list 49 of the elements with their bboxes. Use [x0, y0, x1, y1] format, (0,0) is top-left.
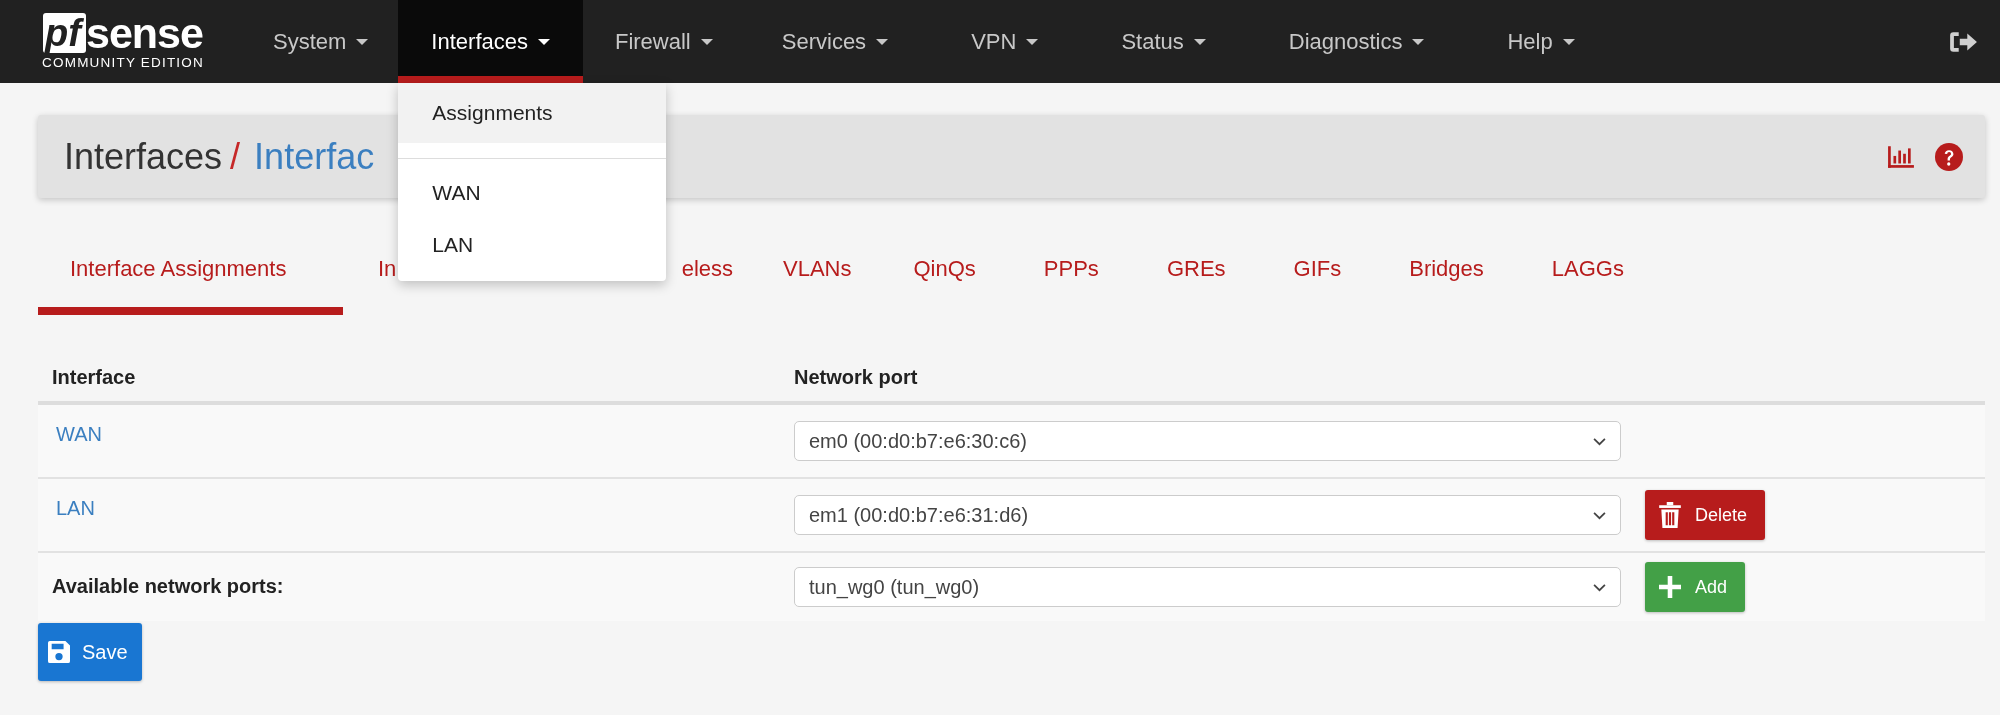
- tab[interactable]: QinQs: [913, 243, 1044, 315]
- logo-name: sense: [85, 13, 203, 53]
- caret-icon: [700, 38, 713, 45]
- tab[interactable]: LAGGs: [1551, 243, 1692, 315]
- tab[interactable]: GREs: [1166, 243, 1294, 315]
- add-button[interactable]: Add: [1645, 562, 1746, 612]
- caret-icon: [537, 38, 550, 45]
- plus-icon: [1659, 574, 1681, 600]
- caret-icon: [1562, 38, 1575, 45]
- logo-mark: pf: [43, 13, 86, 53]
- nav-menu-item[interactable]: Firewall: [582, 0, 749, 83]
- nav-menu-item[interactable]: Interfaces: [398, 0, 583, 83]
- tab[interactable]: Interface Assignments: [38, 243, 343, 315]
- trash-icon: [1659, 502, 1681, 528]
- breadcrumb-section: Interfaces: [64, 135, 223, 178]
- delete-button[interactable]: Delete: [1645, 490, 1766, 540]
- chevron-down-icon: [1593, 436, 1606, 446]
- breadcrumb-separator: /: [230, 135, 241, 178]
- nav-menu-item[interactable]: System: [240, 0, 399, 83]
- tab[interactable]: VLANs: [743, 243, 914, 315]
- interface-link[interactable]: WAN: [56, 423, 102, 445]
- port-select[interactable]: em0 (00:d0:b7:e6:30:c6): [794, 421, 1621, 461]
- row-label: Available network ports:: [52, 575, 284, 597]
- tab[interactable]: PPPs: [1043, 243, 1167, 315]
- interface-link[interactable]: LAN: [56, 497, 95, 519]
- dropdown-item[interactable]: WAN: [398, 167, 667, 219]
- port-select[interactable]: em1 (00:d0:b7:e6:31:d6): [794, 495, 1621, 535]
- tab[interactable]: GIFs: [1293, 243, 1410, 315]
- dropdown-item[interactable]: Assignments: [398, 83, 667, 143]
- port-select[interactable]: tun_wg0 (tun_wg0): [794, 567, 1621, 607]
- caret-icon: [1193, 38, 1206, 45]
- caret-icon: [1412, 38, 1425, 45]
- dropdown-item[interactable]: LAN: [398, 219, 667, 271]
- caret-icon: [356, 38, 369, 45]
- column-header: Interface: [52, 365, 137, 389]
- caret-icon: [1026, 38, 1039, 45]
- chevron-down-icon: [1593, 510, 1606, 520]
- chevron-down-icon: [1593, 582, 1606, 592]
- nav-menu-item[interactable]: Help: [1474, 0, 1608, 83]
- nav-menu-item[interactable]: Status: [1088, 0, 1256, 83]
- tab[interactable]: Bridges: [1409, 243, 1552, 315]
- caret-icon: [876, 38, 889, 45]
- help-icon[interactable]: [1935, 142, 1963, 171]
- nav-menu-item[interactable]: Services: [748, 0, 939, 83]
- nav-menu-item[interactable]: VPN: [938, 0, 1089, 83]
- column-header: Network port: [794, 365, 919, 389]
- logo-edition: COMMUNITY EDITION: [42, 55, 204, 70]
- nav-menu-item[interactable]: Diagnostics: [1255, 0, 1475, 83]
- save-button[interactable]: Save: [38, 623, 142, 681]
